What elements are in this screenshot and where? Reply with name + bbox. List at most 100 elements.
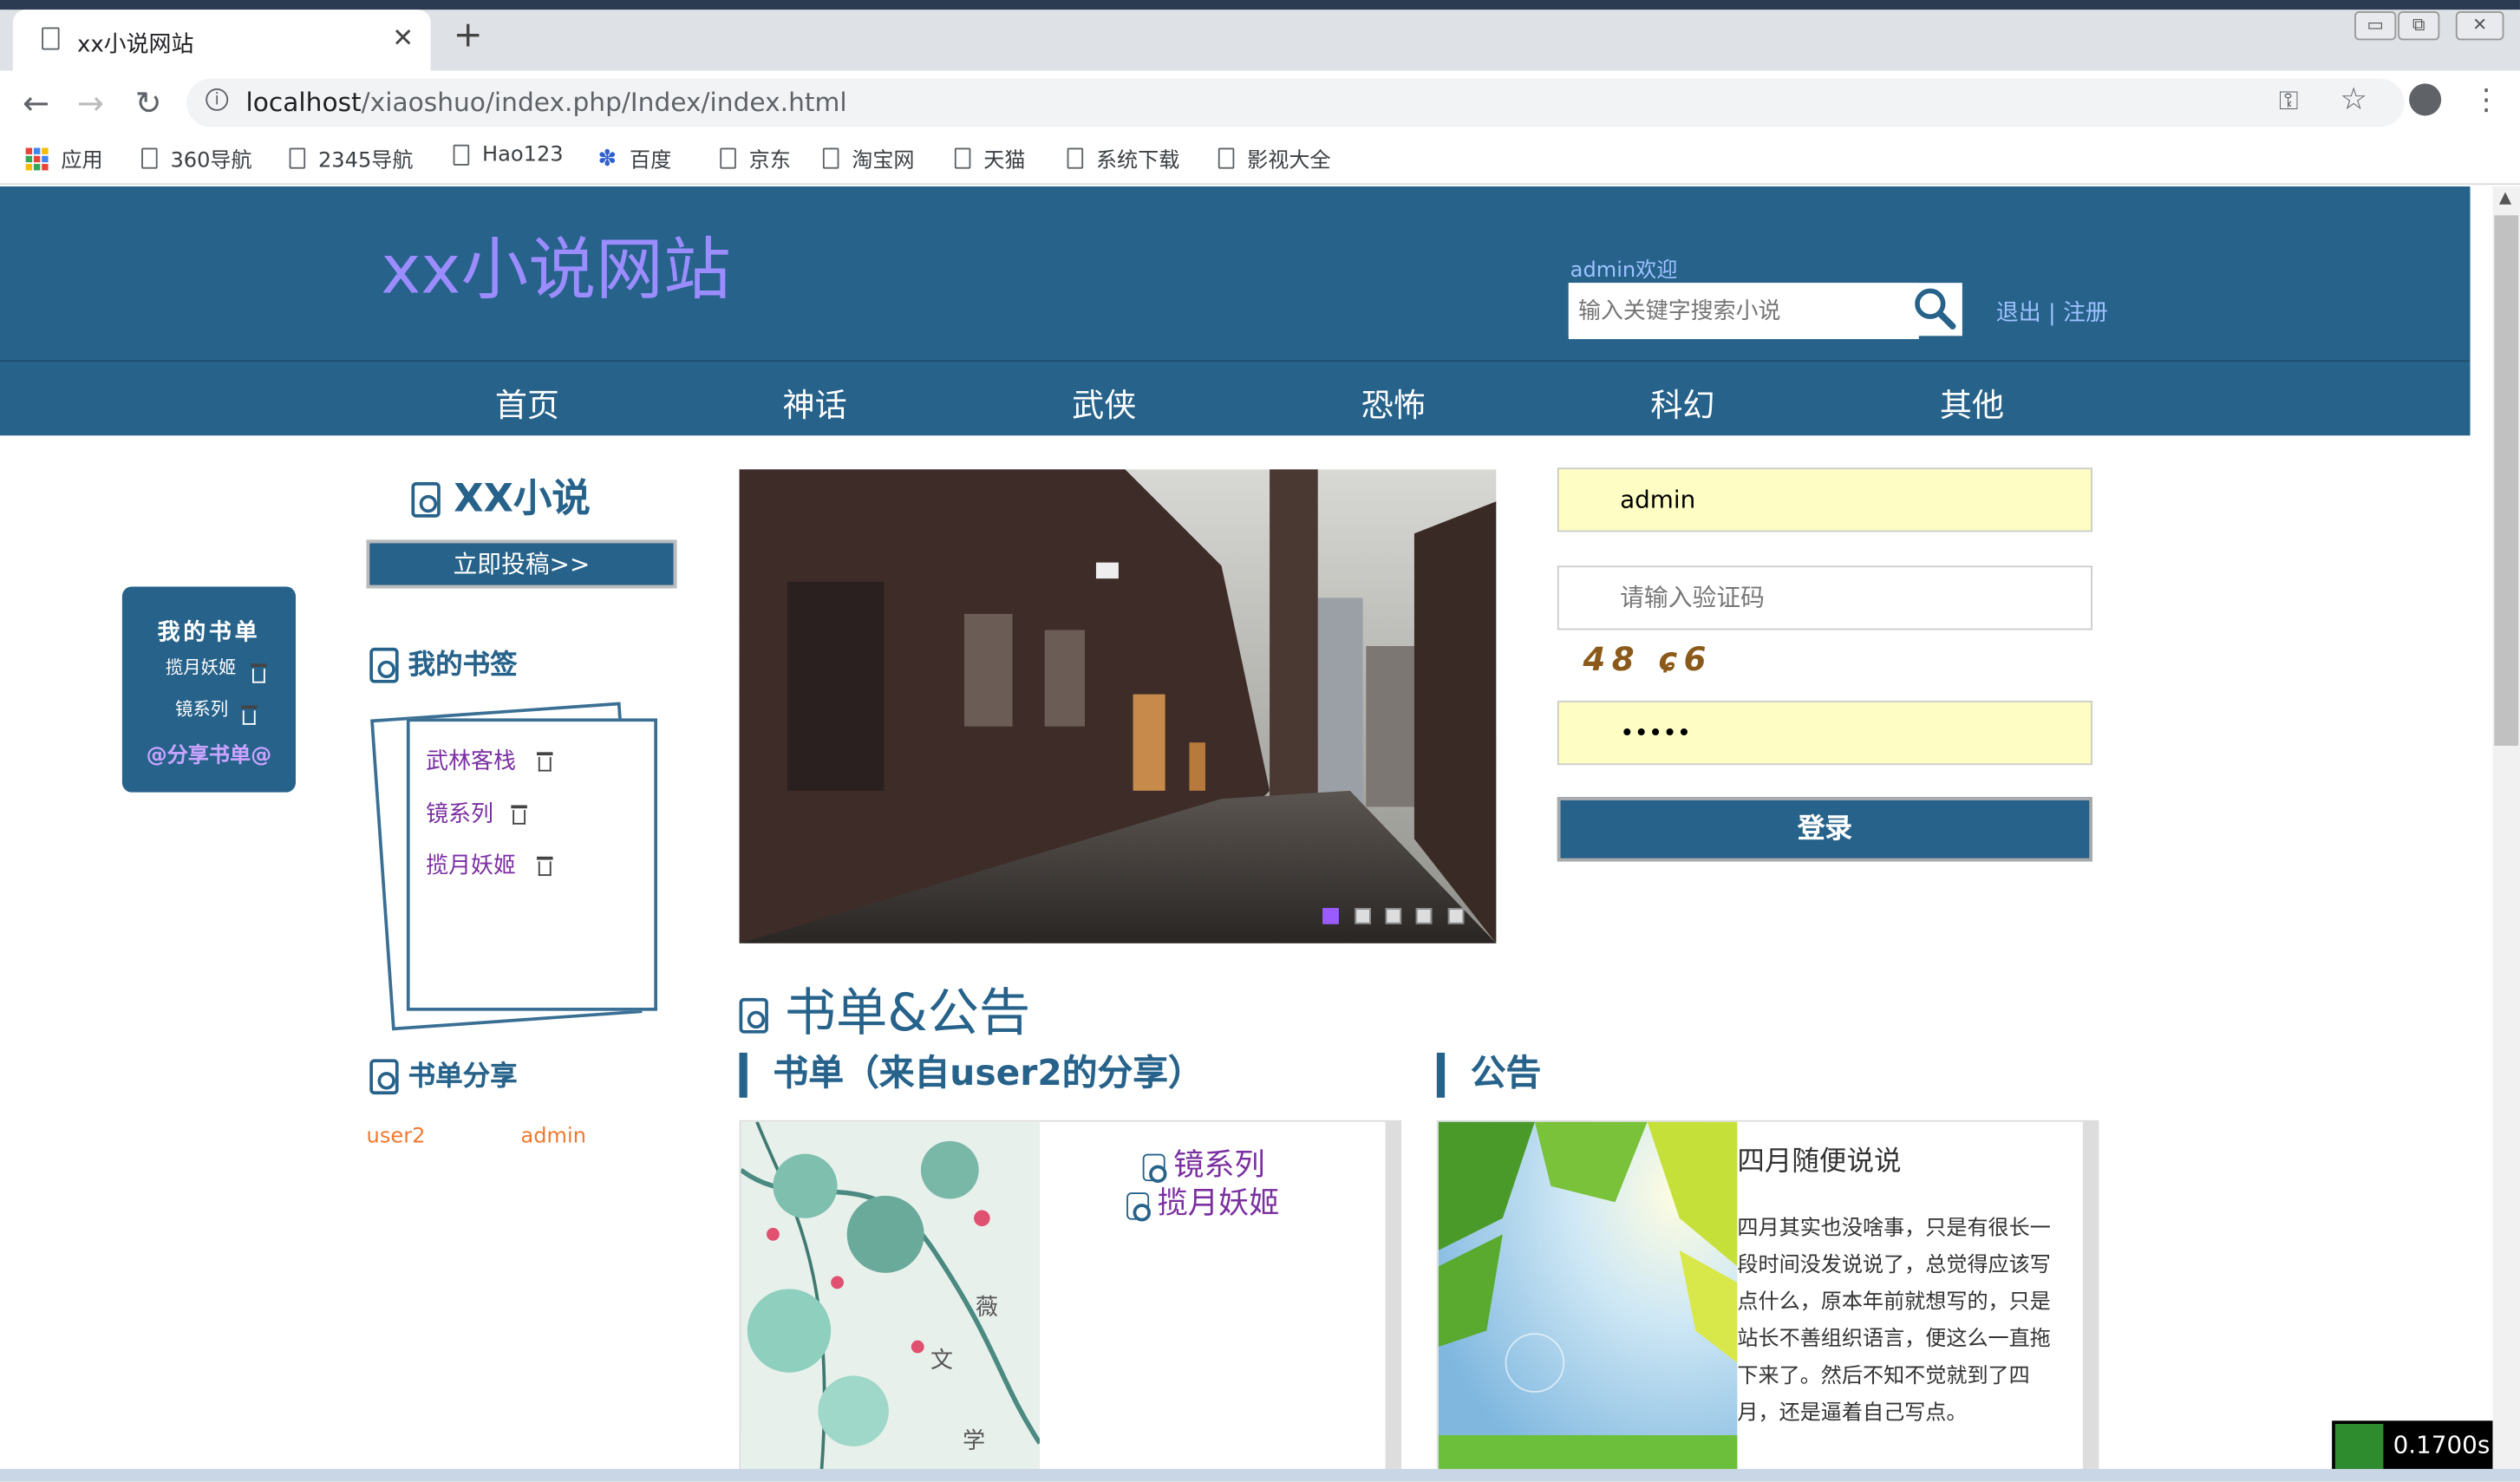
announcement-body: 四月其实也没啥事，只是有很长一段时间没发说说了，总觉得应该写点什么，原本年前就想…	[1737, 1216, 2051, 1426]
bookmark-label: 系统下载	[1095, 149, 1180, 174]
bookmark-label: 影视大全	[1247, 149, 1331, 174]
captcha-input[interactable]: 请输入验证码	[1557, 565, 2092, 630]
search-input[interactable]	[1568, 283, 1919, 340]
url-text[interactable]: localhost/xiaoshuo/index.php/Index/index…	[246, 87, 847, 117]
bookmark-item[interactable]: Hao123	[453, 142, 564, 167]
profile-icon[interactable]	[2409, 83, 2442, 116]
bookmark-label: 应用	[61, 149, 103, 174]
booklist-item-label: 揽月妖姬	[165, 656, 237, 679]
carousel-dot[interactable]	[1322, 908, 1339, 924]
booklist-link[interactable]: 揽月妖姬	[1158, 1186, 1280, 1222]
os-taskbar	[0, 1468, 2520, 1482]
list-item[interactable]: 揽月妖姬	[1126, 1179, 1279, 1223]
minimize-icon[interactable]: ▭	[2354, 10, 2397, 41]
booklist-item-label: 镜系列	[175, 699, 229, 721]
submit-manuscript-button[interactable]: 立即投稿>>	[366, 539, 677, 589]
nav-home[interactable]: 首页	[447, 379, 607, 426]
sharer-link[interactable]: admin	[520, 1125, 585, 1149]
back-icon[interactable]: ←	[23, 83, 49, 121]
close-window-icon[interactable]: ✕	[2455, 10, 2504, 41]
leaves-image	[1438, 1121, 1738, 1472]
bookmark-item[interactable]: ✽ 百度	[597, 143, 671, 173]
page-icon	[954, 147, 971, 169]
booklist-item[interactable]: 揽月妖姬	[166, 654, 237, 680]
bookmark-label: 京东	[748, 149, 791, 174]
book-icon	[739, 997, 768, 1034]
bookmark-item[interactable]: 淘宝网	[822, 143, 915, 173]
nav-horror[interactable]: 恐怖	[1313, 379, 1473, 426]
announcement-title[interactable]: 四月随便说说	[1737, 1138, 1901, 1178]
address-bar[interactable]: i localhost/xiaoshuo/index.php/Index/ind…	[186, 78, 2405, 127]
bookmark-item[interactable]: 京东	[720, 143, 791, 173]
key-icon[interactable]: ⚿	[2279, 85, 2299, 117]
new-tab-icon[interactable]: +	[454, 16, 483, 56]
bookmark-item[interactable]: 影视大全	[1218, 143, 1331, 173]
site-logo[interactable]: xx小说网站	[381, 215, 730, 313]
booklist-link[interactable]: 镜系列	[1173, 1147, 1265, 1183]
search-icon[interactable]	[1912, 286, 1957, 331]
scroll-thumb[interactable]	[2494, 215, 2519, 746]
leaf-icon	[2334, 1424, 2384, 1469]
login-button[interactable]: 登录	[1557, 797, 2092, 862]
username-input[interactable]: admin	[1557, 467, 2092, 532]
nav-myth[interactable]: 神话	[734, 379, 895, 426]
captcha-image[interactable]: 48 ɕ6	[1583, 640, 1713, 678]
bookmark-link[interactable]: 武林客栈	[426, 744, 516, 776]
delete-icon[interactable]	[537, 748, 553, 778]
bookmark-label: 百度	[630, 149, 672, 174]
sharer-link[interactable]: user2	[367, 1125, 426, 1149]
booklist-card: 薇 文 学 镜系列 揽月妖姬	[739, 1120, 1402, 1474]
nav-scifi[interactable]: 科幻	[1603, 379, 1763, 426]
close-tab-icon[interactable]: ✕	[392, 23, 414, 53]
delete-icon[interactable]	[511, 800, 527, 831]
restore-icon[interactable]: ⧉	[2398, 10, 2440, 41]
bookmark-label: Hao123	[481, 142, 564, 167]
register-link[interactable]: 注册	[2063, 301, 2108, 327]
bookmarks-title-text: 我的书签	[408, 649, 518, 682]
book-icon	[1142, 1153, 1167, 1184]
booklist-item[interactable]: 镜系列	[175, 695, 228, 721]
bookmark-item[interactable]: 360导航	[141, 143, 252, 173]
page-icon	[453, 144, 470, 166]
bookmark-link[interactable]: 镜系列	[426, 797, 493, 829]
bookmark-item[interactable]: 2345导航	[289, 143, 413, 173]
trash-icon	[537, 752, 553, 772]
logout-link[interactable]: 退出	[1996, 301, 2041, 327]
bookmarks-card: 武林客栈 镜系列 揽月妖姬	[406, 718, 657, 1011]
browser-tab[interactable]: xx小说网站 ✕	[12, 10, 431, 71]
scroll-up-icon[interactable]: ▲	[2499, 190, 2511, 207]
bookmarks-section-title: 我的书签	[369, 641, 518, 683]
carousel-dot[interactable]	[1385, 908, 1402, 924]
carousel-dot[interactable]	[1447, 908, 1465, 924]
bookmark-link[interactable]: 揽月妖姬	[426, 849, 516, 881]
star-icon[interactable]: ☆	[2340, 82, 2367, 118]
reload-icon[interactable]: ↻	[135, 83, 162, 121]
carousel-dot[interactable]	[1355, 908, 1371, 924]
my-booklist-panel: 我的书单 揽月妖姬 镜系列 @分享书单@	[121, 586, 297, 793]
bookmark-apps[interactable]: 应用	[25, 143, 103, 174]
trash-icon	[251, 663, 267, 683]
link-separator: |	[2047, 300, 2056, 327]
auth-links: 退出 | 注册	[1996, 296, 2108, 328]
page-scrollbar[interactable]: ▲	[2492, 186, 2520, 1469]
bookmark-item[interactable]: 天猫	[954, 143, 1025, 173]
nav-other[interactable]: 其他	[1891, 379, 2052, 426]
my-booklist-title: 我的书单	[157, 620, 261, 647]
delete-icon[interactable]	[240, 701, 258, 731]
password-input[interactable]: •••••	[1557, 701, 2092, 766]
share-booklist-link[interactable]: @分享书单@	[122, 738, 296, 768]
delete-icon[interactable]	[537, 852, 553, 882]
announcement-card: 四月随便说说 四月其实也没啥事，只是有很长一段时间没发说说了，总觉得应该写点什么…	[1436, 1120, 2099, 1474]
carousel-dot[interactable]	[1415, 908, 1433, 924]
carousel-image[interactable]	[739, 469, 1497, 943]
delete-icon[interactable]	[251, 659, 267, 689]
page-icon	[1067, 147, 1084, 169]
forward-icon[interactable]: →	[77, 83, 104, 121]
street-photo	[739, 469, 1497, 943]
info-icon[interactable]: i	[206, 88, 229, 111]
nav-wuxia[interactable]: 武侠	[1024, 379, 1185, 426]
menu-icon[interactable]: ⋮	[2471, 83, 2500, 117]
bookmark-item[interactable]: 系统下载	[1067, 143, 1180, 174]
book-icon	[1126, 1192, 1151, 1222]
list-item[interactable]: 镜系列	[1142, 1141, 1265, 1185]
